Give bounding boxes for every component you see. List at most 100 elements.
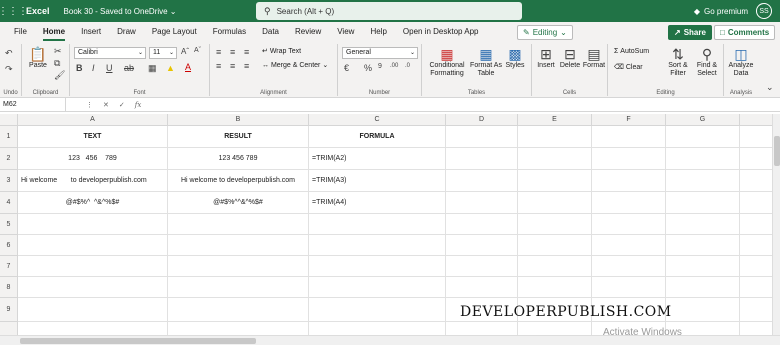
cell-c1[interactable]: FORMULA (309, 126, 446, 148)
empty-cell[interactable] (168, 214, 309, 235)
editing-mode-button[interactable]: ✎ Editing ⌄ (517, 25, 573, 40)
font-name-select[interactable]: Calibri ⌄ (74, 47, 146, 59)
app-name[interactable]: Excel (26, 6, 50, 16)
fill-color-icon[interactable]: ▲ (166, 63, 175, 73)
underline-icon[interactable]: U (106, 63, 113, 73)
enter-icon[interactable]: ✓ (119, 101, 125, 109)
insert-cells-button[interactable]: ⊞ Insert (534, 46, 558, 70)
tab-formulas[interactable]: Formulas (205, 22, 254, 42)
empty-cell[interactable] (446, 170, 518, 192)
empty-cell[interactable] (740, 256, 772, 277)
strikethrough-icon[interactable]: ab (124, 63, 134, 73)
align-top-icon[interactable]: ≡ (216, 47, 221, 57)
empty-cell[interactable] (518, 322, 592, 335)
number-format-select[interactable]: General ⌄ (342, 47, 418, 59)
font-color-icon[interactable]: A (185, 62, 191, 72)
empty-cell[interactable] (168, 277, 309, 298)
cell-c2[interactable]: =TRIM(A2) (309, 148, 446, 170)
empty-cell[interactable] (168, 322, 309, 335)
empty-cell[interactable] (518, 192, 592, 214)
empty-cell[interactable] (518, 148, 592, 170)
cell-c3[interactable]: =TRIM(A3) (309, 170, 446, 192)
wrap-text-button[interactable]: ↵ Wrap Text (262, 48, 332, 56)
format-cells-button[interactable]: ▤ Format (582, 46, 606, 70)
increase-decimal-icon[interactable]: .00 (390, 63, 398, 69)
row-header-5[interactable]: 5 (0, 214, 18, 235)
empty-cell[interactable] (666, 148, 740, 170)
comments-button[interactable]: □ Comments (714, 25, 776, 40)
row-header-6[interactable]: 6 (0, 235, 18, 256)
name-box[interactable]: M62 (0, 97, 66, 112)
sort-filter-button[interactable]: ⇅ Sort & Filter (664, 46, 692, 78)
empty-cell[interactable] (740, 126, 772, 148)
empty-cell[interactable] (518, 277, 592, 298)
empty-cell[interactable] (518, 235, 592, 256)
empty-cell[interactable] (666, 170, 740, 192)
empty-cell[interactable] (592, 192, 666, 214)
delete-cells-button[interactable]: ⊟ Delete (558, 46, 582, 70)
empty-cell[interactable] (518, 170, 592, 192)
app-launcher-icon[interactable]: ⋮⋮⋮ (0, 0, 28, 22)
empty-cell[interactable] (18, 256, 168, 277)
empty-cell[interactable] (18, 235, 168, 256)
cell-b2[interactable]: 123 456 789 (168, 148, 309, 170)
more-options-icon[interactable]: ⋮ (86, 101, 93, 109)
align-right-icon[interactable]: ≡ (244, 61, 249, 71)
empty-cell[interactable] (666, 192, 740, 214)
currency-icon[interactable]: € (344, 63, 349, 73)
search-input[interactable]: ⚲ Search (Alt + Q) (256, 2, 522, 20)
empty-cell[interactable] (18, 277, 168, 298)
empty-cell[interactable] (740, 214, 772, 235)
empty-cell[interactable] (740, 148, 772, 170)
autosum-button[interactable]: Σ AutoSum (614, 48, 668, 56)
empty-cell[interactable] (446, 235, 518, 256)
collapse-ribbon-icon[interactable]: ⌄ (766, 82, 774, 93)
empty-cell[interactable] (666, 298, 740, 322)
empty-cell[interactable] (666, 256, 740, 277)
analyze-data-button[interactable]: ◫ Analyze Data (726, 46, 756, 78)
column-header-e[interactable]: E (518, 114, 592, 126)
tab-file[interactable]: File (6, 22, 35, 42)
decrease-decimal-icon[interactable]: .0 (405, 63, 410, 69)
empty-cell[interactable] (666, 235, 740, 256)
column-header-g[interactable]: G (666, 114, 740, 126)
borders-icon[interactable]: ▦ (148, 63, 157, 74)
empty-cell[interactable] (446, 256, 518, 277)
tab-help[interactable]: Help (362, 22, 394, 42)
horizontal-scroll-thumb[interactable] (20, 338, 256, 344)
tab-insert[interactable]: Insert (73, 22, 109, 42)
column-header-d[interactable]: D (446, 114, 518, 126)
cell-b3[interactable]: Hi welcome to developerpublish.com (168, 170, 309, 192)
empty-cell[interactable] (309, 256, 446, 277)
format-painter-icon[interactable]: 🖌 (54, 70, 65, 81)
empty-cell[interactable] (446, 277, 518, 298)
cell-b4[interactable]: @#$%^^&^%$# (168, 192, 309, 214)
tab-home[interactable]: Home (35, 22, 73, 42)
tab-view[interactable]: View (329, 22, 362, 42)
merge-center-button[interactable]: ↔ Merge & Center ⌄ (262, 62, 338, 70)
share-button[interactable]: ↗ Share (668, 25, 712, 40)
percent-icon[interactable]: % (364, 63, 372, 73)
row-header-2[interactable]: 2 (0, 148, 18, 170)
empty-cell[interactable] (168, 298, 309, 322)
empty-cell[interactable] (18, 214, 168, 235)
empty-cell[interactable] (446, 214, 518, 235)
increase-font-icon[interactable]: Aˆ (181, 47, 189, 56)
column-header-c[interactable]: C (309, 114, 446, 126)
row-header-8[interactable]: 8 (0, 277, 18, 298)
empty-cell[interactable] (18, 298, 168, 322)
row-header-9[interactable]: 9 (0, 298, 18, 322)
clear-button[interactable]: ⌫ Clear (614, 64, 664, 72)
italic-icon[interactable]: I (92, 63, 95, 73)
row-header-4[interactable]: 4 (0, 192, 18, 214)
select-all-corner[interactable] (0, 114, 18, 126)
vertical-scroll-thumb[interactable] (774, 136, 780, 166)
empty-cell[interactable] (592, 170, 666, 192)
undo-icon[interactable]: ↶ (5, 48, 13, 59)
go-premium-button[interactable]: ◆ Go premium (694, 7, 748, 16)
tab-review[interactable]: Review (287, 22, 329, 42)
tab-page-layout[interactable]: Page Layout (144, 22, 205, 42)
column-header-h[interactable] (740, 114, 772, 126)
empty-cell[interactable] (446, 192, 518, 214)
empty-cell[interactable] (666, 126, 740, 148)
